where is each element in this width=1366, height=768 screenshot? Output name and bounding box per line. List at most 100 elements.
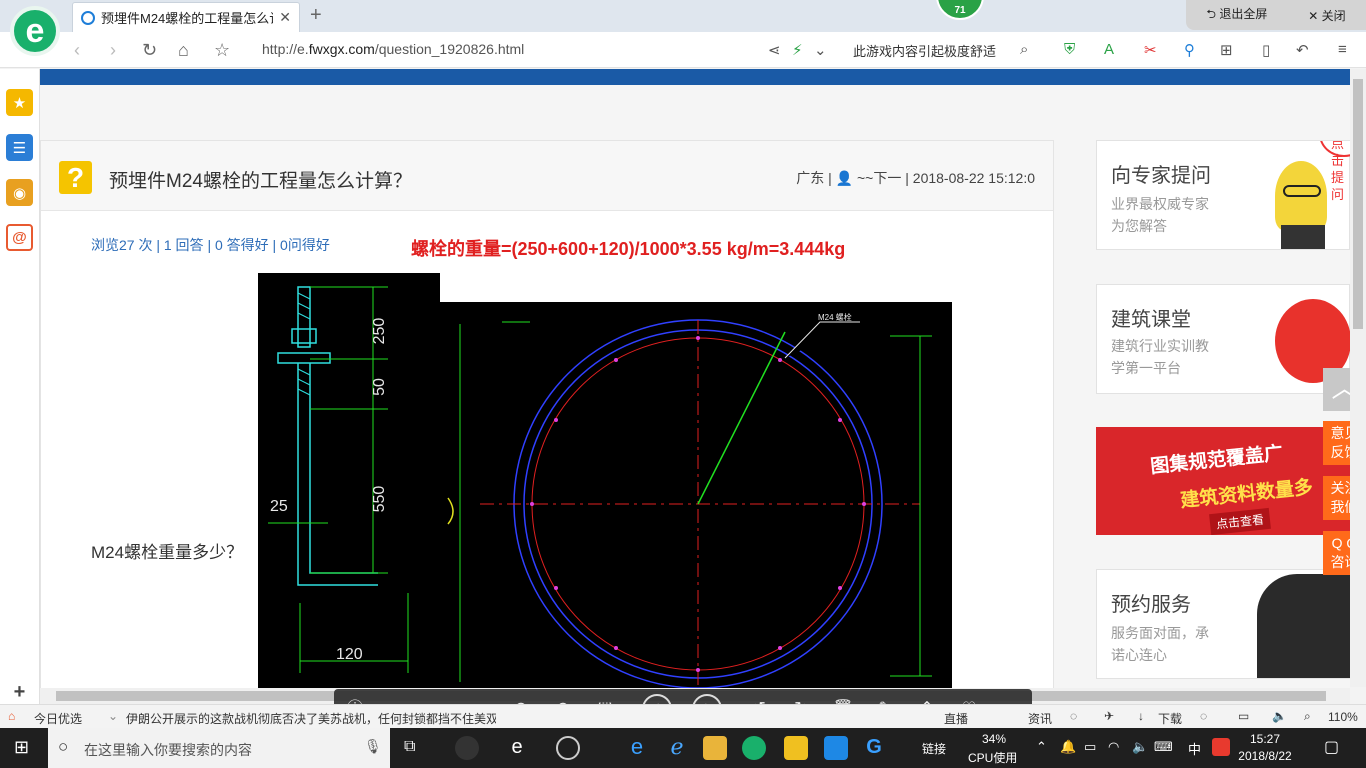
browser-2345-icon[interactable] [742, 736, 766, 760]
forward-icon[interactable]: › [110, 40, 116, 61]
vertical-scroll-thumb[interactable] [1353, 79, 1363, 329]
sogou-icon[interactable] [1212, 738, 1230, 756]
windows-start-icon[interactable]: ⊞ [14, 737, 29, 758]
news-link[interactable]: 资讯 [1028, 710, 1052, 727]
feedback-button[interactable]: 意见 反馈 [1323, 421, 1350, 465]
chevron-down-icon[interactable]: ⌄ [814, 41, 827, 59]
download-label[interactable]: 下载 [1158, 710, 1182, 727]
back-icon[interactable]: ‹ [74, 40, 80, 61]
follow-button[interactable]: 关注 我们 [1323, 476, 1350, 520]
lightning-icon[interactable]: ⚡ [792, 41, 803, 59]
exit-fullscreen-button[interactable]: ⮌ 退出全屏 [1206, 5, 1267, 26]
edge-icon[interactable]: e [625, 736, 649, 760]
internet-explorer-icon[interactable]: ℯ [665, 736, 689, 760]
score-badge[interactable]: 71 [936, 0, 984, 20]
search-input[interactable]: 此游戏内容引起极度舒适 [853, 41, 996, 60]
zoom-level[interactable]: 110% [1328, 710, 1358, 724]
undo-close-icon[interactable]: ↶ [1296, 41, 1309, 59]
favorites-icon[interactable]: ★ [6, 89, 33, 116]
share-icon[interactable]: ⋖ [768, 41, 781, 59]
window-icon[interactable]: ▭ [1238, 709, 1249, 723]
clock-time: 15:27 [1249, 732, 1281, 746]
zoom-search-icon[interactable]: ⌕ [1304, 709, 1311, 724]
wifi-icon[interactable]: ◠ [1108, 739, 1119, 755]
gift-icon: ⌂ [8, 709, 16, 723]
shield-icon[interactable]: ⛨ [1064, 41, 1075, 58]
pin-icon[interactable]: ✈ [1104, 709, 1114, 723]
question-mark-icon: ? [59, 161, 92, 194]
feed-icon[interactable]: ☰ [6, 134, 33, 161]
link-label[interactable]: 链接 [922, 740, 946, 757]
battery-icon[interactable]: ▭ [1084, 739, 1096, 755]
site-favicon-icon [81, 10, 95, 25]
action-center-icon[interactable]: ▢ [1324, 737, 1339, 757]
add-icon[interactable]: + [6, 679, 33, 706]
new-tab-icon[interactable]: + [310, 4, 322, 27]
username[interactable]: ~~下一 [857, 170, 901, 186]
mail-icon[interactable]: @ [6, 224, 33, 251]
search-icon[interactable]: ⌕ [1020, 41, 1028, 58]
navigation-bar: ‹ › ↻ ⌂ ☆ ◌ http://e.fwxgx.com/question_… [0, 32, 1366, 68]
appointment-card[interactable]: 预约服务 服务面对面，承 诺心连心 [1096, 569, 1350, 679]
reading-mode-icon[interactable]: ▯ [1262, 41, 1270, 59]
answer-formula: 螺栓的重量=(250+600+120)/1000*3.55 kg/m=3.444… [411, 239, 846, 259]
tray-expand-icon[interactable]: ⌃ [1036, 739, 1047, 755]
tab-active[interactable]: 预埋件M24螺栓的工程量怎么计算？ ✕ [72, 2, 300, 32]
construction-class-card[interactable]: 建筑课堂 建筑行业实训教 学第一平台 [1096, 284, 1350, 394]
ask-expert-sub1: 业界最权威专家 [1111, 196, 1209, 212]
keyboard-icon[interactable]: ⌨ [1154, 739, 1173, 755]
browser-logo[interactable]: e [10, 6, 60, 56]
task-view-icon[interactable]: ⧉ [404, 738, 415, 756]
app-fan-icon[interactable] [455, 736, 479, 760]
download-icon[interactable]: ↓ [1138, 709, 1144, 723]
ad-cta-button[interactable]: 点击查看 [1209, 507, 1271, 535]
news-ticker[interactable]: 伊朗公开展示的这款战机彻底否决了美苏战机，任何封锁都挡不住美双 [126, 710, 496, 727]
live-link[interactable]: 直播 [944, 710, 968, 727]
tab-close-icon[interactable]: ✕ [279, 9, 291, 26]
vertical-scrollbar[interactable] [1350, 69, 1366, 687]
taskbar-search-input[interactable]: ○ 在这里输入你要搜索的内容 🎙 [48, 728, 390, 768]
magnifier-icon[interactable]: ⚲ [1184, 41, 1195, 59]
weibo-icon[interactable]: ◉ [6, 179, 33, 206]
ad-banner[interactable]: 图集规范覆盖广 建筑资料数量多 点击查看 [1096, 427, 1350, 535]
ie-e-icon[interactable]: e [505, 736, 529, 760]
favorite-star-icon[interactable]: ☆ [214, 40, 230, 61]
cad-circular-plan-image[interactable]: M24 螺栓 [440, 302, 952, 688]
ad-line1: 图集规范覆盖广 [1149, 443, 1284, 478]
handshake-photo [1257, 574, 1350, 678]
taskbar-search-placeholder: 在这里输入你要搜索的内容 [84, 742, 252, 758]
datetime: 2018-08-22 15:12:0 [912, 170, 1035, 186]
address-input[interactable]: http://e.fwxgx.com/question_1920826.html [262, 41, 524, 57]
app-swirl-icon[interactable] [556, 736, 580, 760]
url-path: /question_1920826.html [374, 41, 525, 57]
today-picks[interactable]: 今日优选 [34, 710, 82, 727]
microphone-icon[interactable]: 🎙 [364, 738, 382, 755]
translate-icon[interactable]: A [1104, 41, 1114, 58]
ask-bubble-text[interactable]: 点击提问 [1331, 141, 1350, 203]
ask-expert-card[interactable]: 向专家提问 业界最权威专家 为您解答 点击提问 [1096, 140, 1350, 250]
scissors-icon[interactable]: ✂ [1144, 41, 1157, 59]
cortana-icon: ○ [58, 737, 69, 756]
qq-consult-button[interactable]: Q Q 咨询 [1323, 531, 1350, 575]
question-stats[interactable]: 浏览27 次 | 1 回答 | 0 答得好 | 0问得好 [91, 235, 330, 255]
refresh-small-icon[interactable]: ◌ [1070, 709, 1077, 723]
close-window-button[interactable]: ✕ 关闭 [1308, 7, 1345, 24]
speaker-icon[interactable]: 🔈 [1132, 739, 1148, 755]
chevron-down-icon[interactable]: ⌄ [108, 709, 118, 723]
notification-bell-icon[interactable]: 🔔 [1060, 739, 1076, 755]
app-g-icon[interactable]: G [862, 736, 886, 760]
notes-app-icon[interactable] [784, 736, 808, 760]
cad-bolt-profile-image[interactable]: 250 50 550 25 120 [258, 273, 440, 688]
ime-indicator[interactable]: 中 [1188, 739, 1201, 758]
apps-grid-icon[interactable]: ⊞ [1220, 41, 1233, 59]
menu-icon[interactable]: ≡ [1338, 41, 1347, 58]
back-to-top-button[interactable]: ︿ [1323, 368, 1350, 411]
question-card: ? 预埋件M24螺栓的工程量怎么计算？ 广东 | 👤 ~~下一 | 2018-0… [40, 140, 1054, 688]
clock[interactable]: 15:27 2018/8/22 [1232, 731, 1298, 765]
refresh-icon[interactable]: ↻ [142, 40, 157, 61]
browser-icon[interactable]: ◌ [1200, 709, 1207, 723]
file-explorer-icon[interactable] [703, 736, 727, 760]
volume-icon[interactable]: 🔈 [1272, 709, 1287, 723]
plus-app-icon[interactable] [824, 736, 848, 760]
home-icon[interactable]: ⌂ [178, 40, 189, 61]
